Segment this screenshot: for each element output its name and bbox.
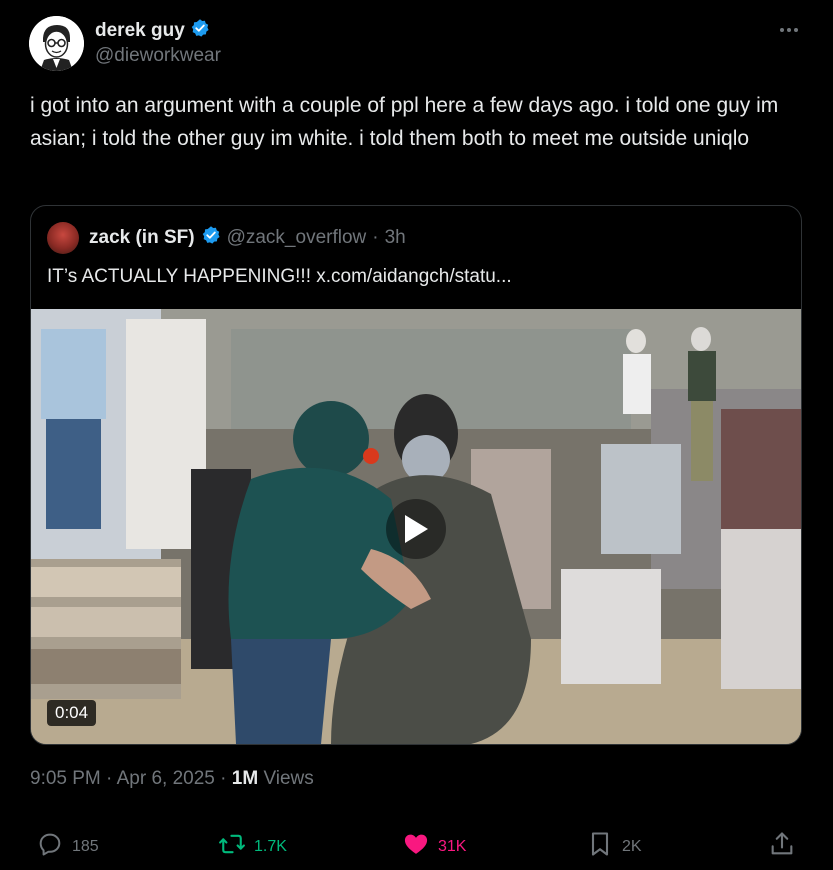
meta-separator: · xyxy=(106,768,113,789)
bookmark-button[interactable]: 2K xyxy=(586,830,642,863)
quote-separator: · xyxy=(372,227,379,248)
quote-author-handle[interactable]: @zack_overflow xyxy=(227,227,367,249)
post-date[interactable]: Apr 6, 2025 xyxy=(117,768,215,789)
reply-count: 185 xyxy=(72,837,99,855)
bookmark-icon xyxy=(586,830,614,863)
tweet-text: i got into an argument with a couple of … xyxy=(30,94,779,150)
quote-header: zack (in SF) @zack_overflow · 3h xyxy=(47,222,406,254)
views-count: 1M xyxy=(231,768,259,789)
more-horizontal-icon[interactable] xyxy=(778,19,800,46)
verified-badge-icon xyxy=(190,18,210,43)
repost-count: 1.7K xyxy=(254,837,287,855)
heart-icon xyxy=(402,830,430,863)
author-avatar[interactable] xyxy=(29,16,84,71)
post-time[interactable]: 9:05 PM xyxy=(30,768,101,789)
bookmark-count: 2K xyxy=(622,837,642,855)
like-count: 31K xyxy=(438,837,467,855)
share-button[interactable] xyxy=(768,830,796,863)
meta-separator: · xyxy=(220,768,227,789)
author-display-name[interactable]: derek guy xyxy=(95,20,185,42)
video-duration-badge: 0:04 xyxy=(47,700,97,726)
quote-tweet-card[interactable]: zack (in SF) @zack_overflow · 3h IT’s AC… xyxy=(30,205,802,745)
repost-button[interactable]: 1.7K xyxy=(218,830,287,863)
quote-text: IT’s ACTUALLY HAPPENING!!! x.com/aidangc… xyxy=(47,266,512,287)
quote-author-avatar[interactable] xyxy=(47,222,79,254)
play-icon[interactable] xyxy=(386,499,446,559)
reply-icon xyxy=(36,830,64,863)
tweet-meta: 9:05 PM · Apr 6, 2025 · 1M Views xyxy=(30,768,314,790)
quote-author-name[interactable]: zack (in SF) xyxy=(89,227,195,249)
views-label: Views xyxy=(263,768,314,789)
action-bar: 185 1.7K 31K 2K xyxy=(0,830,833,866)
repost-icon xyxy=(218,830,246,863)
quote-verified-badge-icon xyxy=(201,225,221,251)
like-button[interactable]: 31K xyxy=(402,830,466,863)
share-icon xyxy=(768,830,796,863)
reply-button[interactable]: 185 xyxy=(36,830,99,863)
author-name-row: derek guy xyxy=(95,18,210,43)
video-player[interactable]: 0:04 xyxy=(31,309,801,744)
author-handle[interactable]: @dieworkwear xyxy=(95,45,221,67)
quote-timestamp[interactable]: 3h xyxy=(385,227,406,249)
